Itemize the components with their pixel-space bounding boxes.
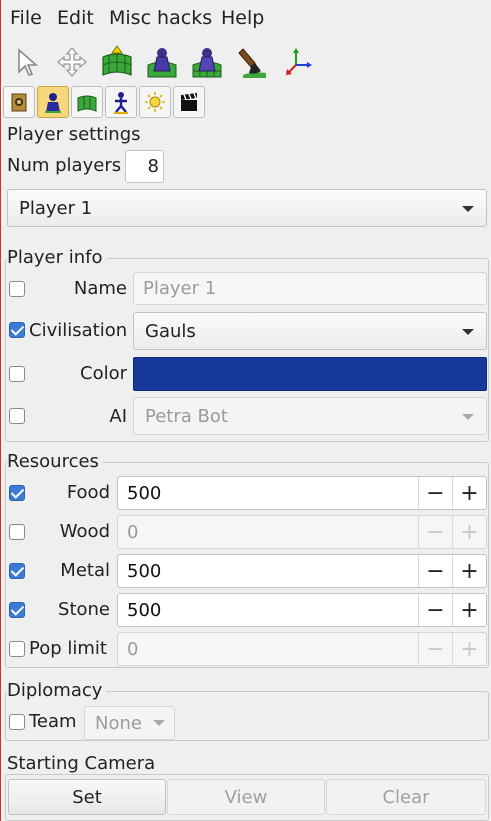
ai-label: AI [109,406,127,427]
object-icon[interactable] [105,86,137,118]
terrain-raise-icon[interactable] [97,43,137,81]
metal-label: Metal [60,560,110,581]
color-swatch-button[interactable] [133,357,487,391]
civilisation-label: Civilisation [29,320,128,341]
stone-value: 500 [127,600,162,621]
starting-camera-title: Starting Camera [7,753,160,774]
name-label: Name [73,278,127,299]
wood-spinbox[interactable]: 0 − + [117,515,487,549]
player-info-title: Player info [7,247,107,268]
paint-brush-icon[interactable] [232,43,272,81]
player-settings-title: Player settings [7,124,145,145]
food-value: 500 [127,483,162,504]
camera-set-button[interactable]: Set [8,779,166,815]
move-icon[interactable] [52,43,92,81]
metal-increment-button[interactable]: + [452,555,486,587]
num-players-spinbox[interactable]: 8 [125,150,164,183]
wood-increment-button[interactable]: + [452,516,486,548]
pop-limit-value: 0 [127,639,139,660]
resources-title: Resources [7,451,103,472]
pop-limit-decrement-button[interactable]: − [418,633,452,665]
ai-dropdown[interactable]: Petra Bot [133,397,487,435]
player-select-dropdown[interactable]: Player 1 [7,189,487,227]
ai-value: Petra Bot [145,406,228,427]
sidebar-tabs [1,84,491,120]
pop-limit-label: Pop limit [29,638,107,659]
terrain-icon[interactable] [71,86,103,118]
pop-limit-checkbox[interactable] [9,641,25,657]
menu-misc-hacks[interactable]: Misc hacks [109,7,212,29]
wood-label: Wood [59,521,110,542]
camera-view-button[interactable]: View [167,779,325,815]
food-checkbox[interactable] [9,485,25,501]
player-icon[interactable] [37,86,69,118]
civilisation-dropdown[interactable]: Gauls [133,312,487,350]
name-checkbox[interactable] [9,281,25,297]
diplomacy-title: Diplomacy [7,680,107,701]
metal-decrement-button[interactable]: − [418,555,452,587]
player-unit-icon[interactable] [142,43,182,81]
team-checkbox[interactable] [9,714,25,730]
chevron-down-icon [462,414,474,420]
stone-label: Stone [58,599,110,620]
team-value: None [95,713,142,734]
player-unit-grid-icon[interactable] [187,43,227,81]
team-label: Team [29,711,77,732]
color-label: Color [80,363,127,384]
color-checkbox[interactable] [9,366,25,382]
axes-icon[interactable] [277,43,317,81]
tools-toolbar [1,40,491,84]
ai-checkbox[interactable] [9,408,25,424]
menu-file[interactable]: File [10,7,42,29]
wood-checkbox[interactable] [9,524,25,540]
cinematic-icon[interactable] [173,86,205,118]
civilisation-value: Gauls [145,321,196,342]
metal-value: 500 [127,561,162,582]
environment-icon[interactable] [139,86,171,118]
player-select-value: Player 1 [19,198,93,219]
num-players-label: Num players [7,155,122,176]
stone-decrement-button[interactable]: − [418,594,452,626]
metal-spinbox[interactable]: 500 − + [117,554,487,588]
metal-checkbox[interactable] [9,563,25,579]
chevron-down-icon [462,206,474,212]
pop-limit-increment-button[interactable]: + [452,633,486,665]
map-settings-icon[interactable] [3,86,35,118]
menu-edit[interactable]: Edit [57,7,94,29]
menu-bar: File Edit Misc hacks Help [1,0,491,36]
menu-help[interactable]: Help [221,7,264,29]
civilisation-checkbox[interactable] [9,322,25,338]
name-input[interactable]: Player 1 [133,272,487,305]
wood-value: 0 [127,522,139,543]
stone-checkbox[interactable] [9,602,25,618]
stone-spinbox[interactable]: 500 − + [117,593,487,627]
wood-decrement-button[interactable]: − [418,516,452,548]
food-label: Food [66,482,110,503]
select-arrow-icon[interactable] [8,43,48,81]
stone-increment-button[interactable]: + [452,594,486,626]
food-spinbox[interactable]: 500 − + [117,476,487,510]
camera-clear-button[interactable]: Clear [326,779,486,815]
food-decrement-button[interactable]: − [418,477,452,509]
food-increment-button[interactable]: + [452,477,486,509]
pop-limit-spinbox[interactable]: 0 − + [117,632,487,666]
chevron-down-icon [153,720,165,726]
team-dropdown[interactable]: None [84,706,175,740]
chevron-down-icon [462,329,474,335]
